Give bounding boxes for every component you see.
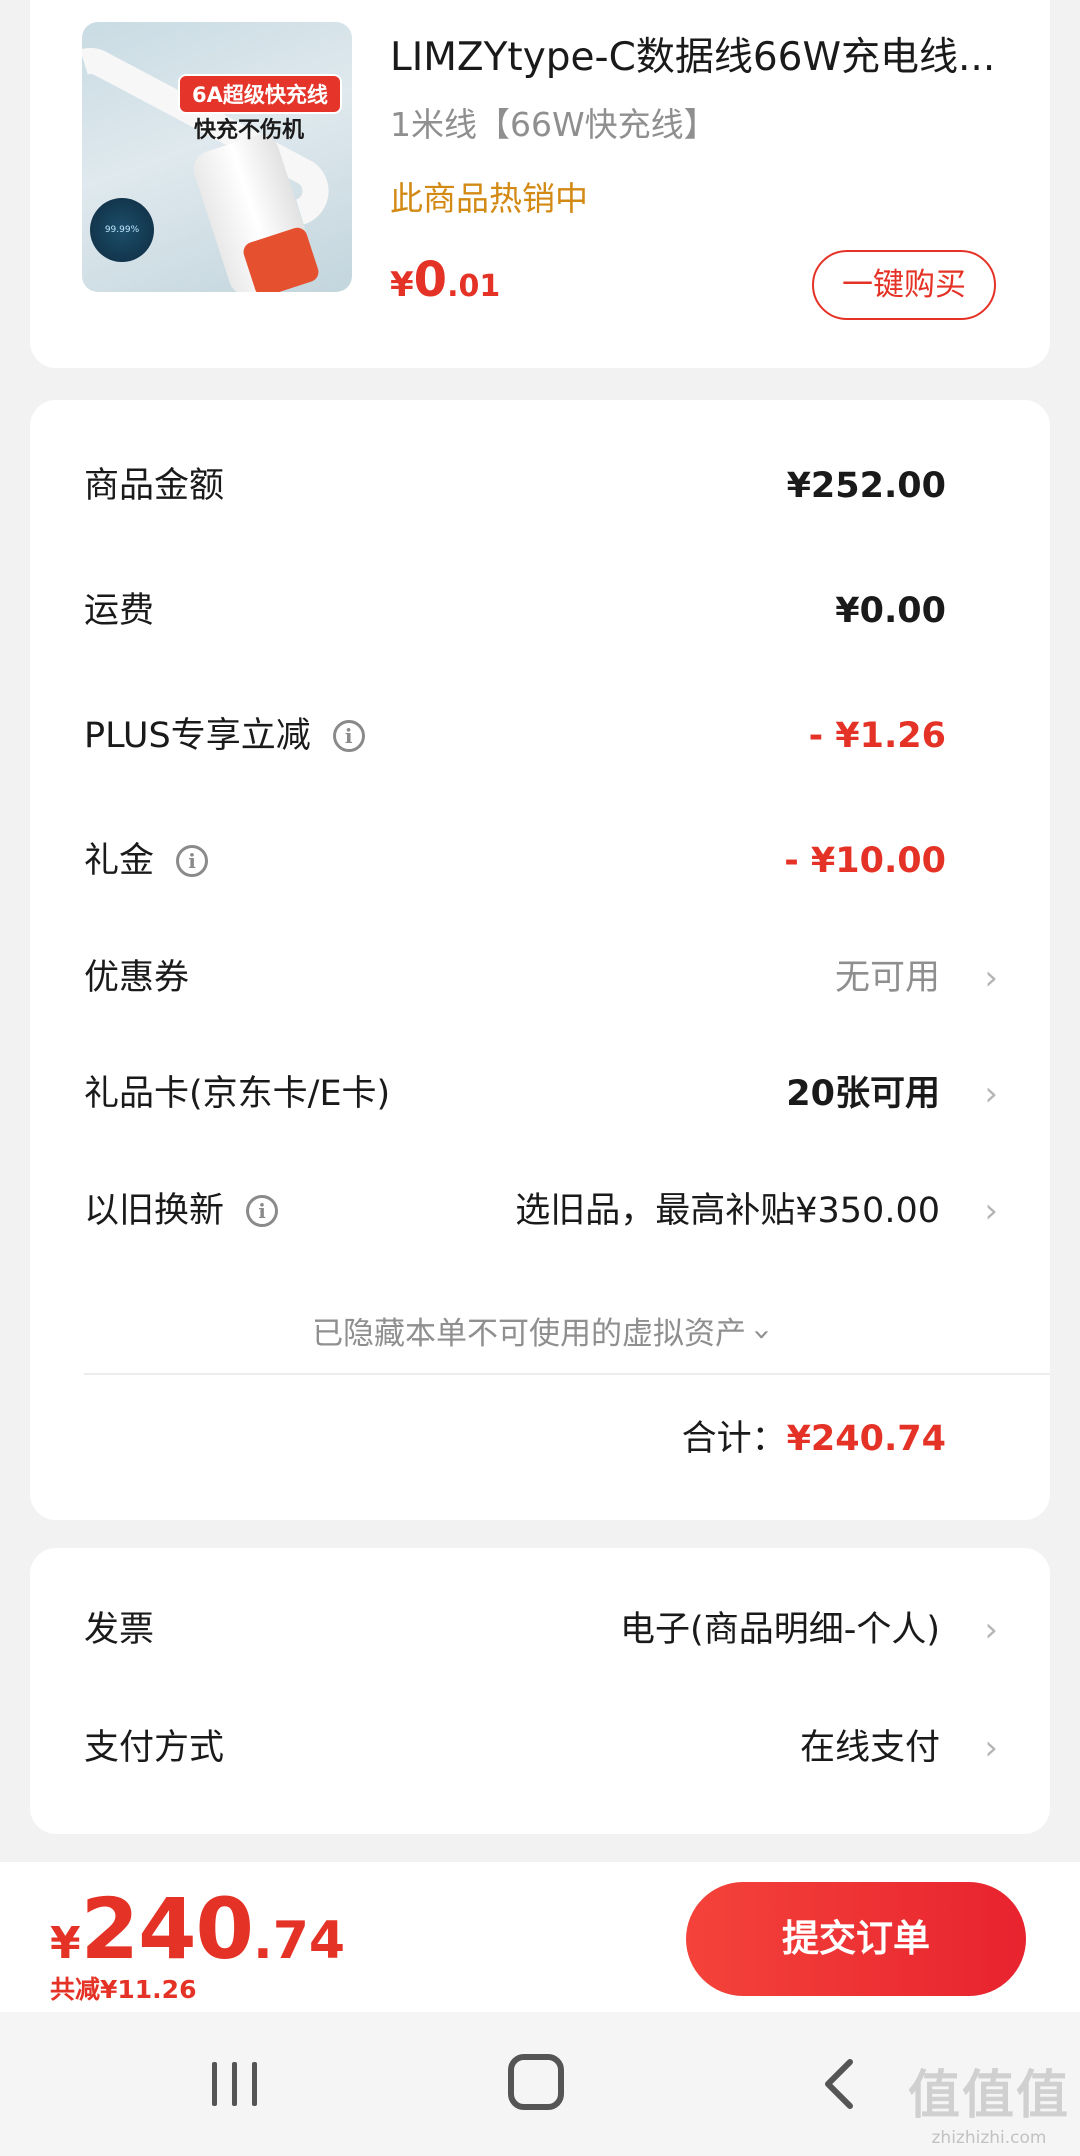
row-value: 20张可用 bbox=[786, 1074, 940, 1114]
trade-in-row[interactable]: 以旧换新 i 选旧品，最高补贴¥350.00 › bbox=[30, 1181, 1050, 1241]
recents-icon[interactable] bbox=[212, 2052, 258, 2116]
price-currency: ¥ bbox=[50, 1918, 81, 1969]
hot-sale-label: 此商品热销中 bbox=[390, 179, 588, 218]
row-value: 在线支付 bbox=[799, 1728, 940, 1768]
system-nav-bar: 值值值 zhizhizhi.com bbox=[0, 2012, 1080, 2156]
total-value: ¥240.74 bbox=[786, 1419, 946, 1459]
divider bbox=[84, 1373, 1050, 1375]
home-icon[interactable] bbox=[508, 2054, 564, 2110]
price-decimal: .01 bbox=[447, 269, 501, 304]
shipping-row: 运费 ¥0.00 bbox=[30, 581, 1050, 641]
price-decimal: .74 bbox=[252, 1911, 346, 1971]
info-icon[interactable]: i bbox=[176, 845, 209, 877]
chevron-down-icon: › bbox=[744, 1328, 780, 1341]
row-value: ¥252.00 bbox=[786, 466, 946, 506]
row-value: 电子(商品明细-个人) bbox=[620, 1610, 940, 1650]
row-label: 商品金额 bbox=[84, 466, 225, 506]
row-label: 优惠券 bbox=[84, 958, 190, 998]
gift-card-row[interactable]: 礼品卡(京东卡/E卡) 20张可用 › bbox=[30, 1064, 1050, 1124]
row-label: 礼品卡(京东卡/E卡) bbox=[84, 1074, 391, 1114]
total-line: 合计：¥240.74 bbox=[682, 1410, 946, 1461]
row-label: 运费 bbox=[84, 591, 155, 631]
one-click-buy-button[interactable]: 一键购买 bbox=[812, 250, 996, 320]
row-label: 以旧换新 i bbox=[84, 1181, 279, 1241]
thumbnail-circle: 99.99% bbox=[90, 198, 154, 262]
chevron-right-icon: › bbox=[984, 1610, 998, 1650]
coupon-row[interactable]: 优惠券 无可用 › bbox=[30, 948, 1050, 1008]
hidden-assets-toggle[interactable]: 已隐藏本单不可使用的虚拟资产 › bbox=[30, 1308, 1050, 1353]
gift-money-row: 礼金 i - ¥10.00 bbox=[30, 831, 1050, 891]
row-label-text: 礼金 bbox=[84, 841, 155, 881]
site-watermark: 值值值 zhizhizhi.com bbox=[908, 2053, 1070, 2148]
order-summary-card: 商品金额 ¥252.00 运费 ¥0.00 PLUS专享立减 i - ¥1.26 … bbox=[30, 400, 1050, 1520]
price-integer: 0 bbox=[413, 252, 448, 308]
row-label: 发票 bbox=[84, 1610, 155, 1650]
chevron-right-icon: › bbox=[984, 1728, 998, 1768]
row-value: ¥0.00 bbox=[835, 591, 946, 631]
hidden-assets-text: 已隐藏本单不可使用的虚拟资产 bbox=[312, 1316, 747, 1352]
price-integer: 240 bbox=[80, 1880, 254, 1978]
row-value: - ¥1.26 bbox=[808, 716, 946, 756]
product-thumbnail[interactable]: 6A超级快充线 快充不伤机 99.99% bbox=[82, 22, 352, 292]
thumbnail-tagline: 快充不伤机 bbox=[194, 118, 305, 143]
row-label: PLUS专享立减 i bbox=[84, 706, 365, 766]
invoice-row[interactable]: 发票 电子(商品明细-个人) › bbox=[30, 1600, 1050, 1660]
row-value: 无可用 bbox=[834, 958, 940, 998]
info-icon[interactable]: i bbox=[332, 720, 365, 752]
goods-amount-row: 商品金额 ¥252.00 bbox=[30, 456, 1050, 516]
back-icon[interactable] bbox=[820, 2052, 860, 2116]
total-saved: 共减¥11.26 bbox=[50, 1975, 197, 2004]
chevron-right-icon: › bbox=[984, 958, 998, 998]
watermark-main: 值值值 bbox=[907, 2066, 1070, 2126]
info-icon[interactable]: i bbox=[246, 1195, 279, 1227]
product-spec: 1米线【66W快充线】 bbox=[390, 105, 717, 144]
price-currency: ¥ bbox=[390, 265, 414, 305]
row-label: 支付方式 bbox=[84, 1728, 225, 1768]
checkout-price: ¥240.74 bbox=[50, 1880, 345, 1978]
checkout-bar: ¥240.74 共减¥11.26 提交订单 bbox=[0, 1862, 1080, 2012]
thumbnail-badge: 6A超级快充线 bbox=[178, 74, 342, 114]
payment-method-row[interactable]: 支付方式 在线支付 › bbox=[30, 1718, 1050, 1778]
row-value: 选旧品，最高补贴¥350.00 bbox=[515, 1191, 940, 1231]
invoice-payment-card: 发票 电子(商品明细-个人) › 支付方式 在线支付 › bbox=[30, 1548, 1050, 1834]
row-label: 礼金 i bbox=[84, 831, 209, 891]
product-title[interactable]: LIMZYtype-C数据线66W充电线... bbox=[390, 26, 1030, 82]
total-label: 合计： bbox=[681, 1419, 787, 1459]
product-price: ¥0.01 bbox=[390, 252, 500, 308]
product-card: 6A超级快充线 快充不伤机 99.99% LIMZYtype-C数据线66W充电… bbox=[30, 0, 1050, 368]
chevron-right-icon: › bbox=[984, 1074, 998, 1114]
submit-order-button[interactable]: 提交订单 bbox=[686, 1882, 1026, 1996]
row-label-text: PLUS专享立减 bbox=[84, 716, 311, 756]
chevron-right-icon: › bbox=[984, 1191, 998, 1231]
plus-discount-row: PLUS专享立减 i - ¥1.26 bbox=[30, 706, 1050, 766]
row-value: - ¥10.00 bbox=[784, 841, 946, 881]
watermark-url: zhizhizhi.com bbox=[931, 2128, 1047, 2148]
row-label-text: 以旧换新 bbox=[84, 1191, 225, 1231]
